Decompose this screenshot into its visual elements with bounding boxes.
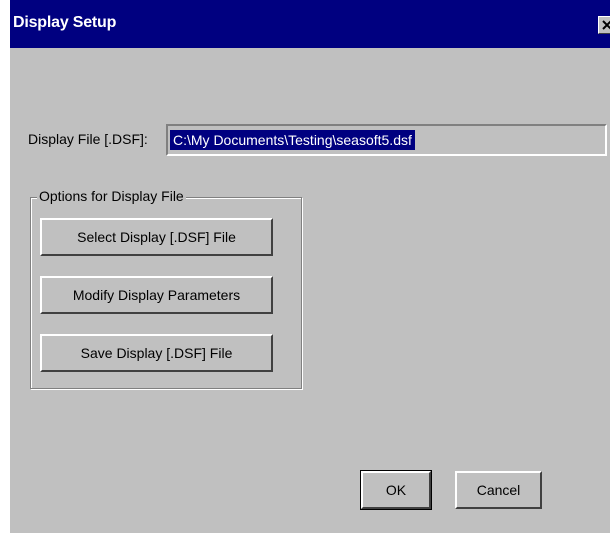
select-display-file-button[interactable]: Select Display [.DSF] File — [40, 218, 273, 256]
cancel-button[interactable]: Cancel — [455, 471, 542, 509]
save-display-file-button[interactable]: Save Display [.DSF] File — [40, 334, 273, 372]
close-button[interactable] — [598, 16, 610, 34]
modify-display-parameters-button[interactable]: Modify Display Parameters — [40, 276, 273, 314]
display-setup-dialog: Display Setup Display File [.DSF]: C:\My… — [10, 0, 610, 533]
display-file-field[interactable]: C:\My Documents\Testing\seasoft5.dsf — [166, 124, 607, 156]
display-file-value[interactable]: C:\My Documents\Testing\seasoft5.dsf — [170, 130, 415, 150]
options-group-label: Options for Display File — [37, 188, 186, 204]
title-bar[interactable]: Display Setup — [10, 0, 610, 48]
window-title: Display Setup — [13, 14, 117, 31]
ok-button[interactable]: OK — [360, 470, 432, 510]
display-file-label: Display File [.DSF]: — [28, 131, 148, 147]
